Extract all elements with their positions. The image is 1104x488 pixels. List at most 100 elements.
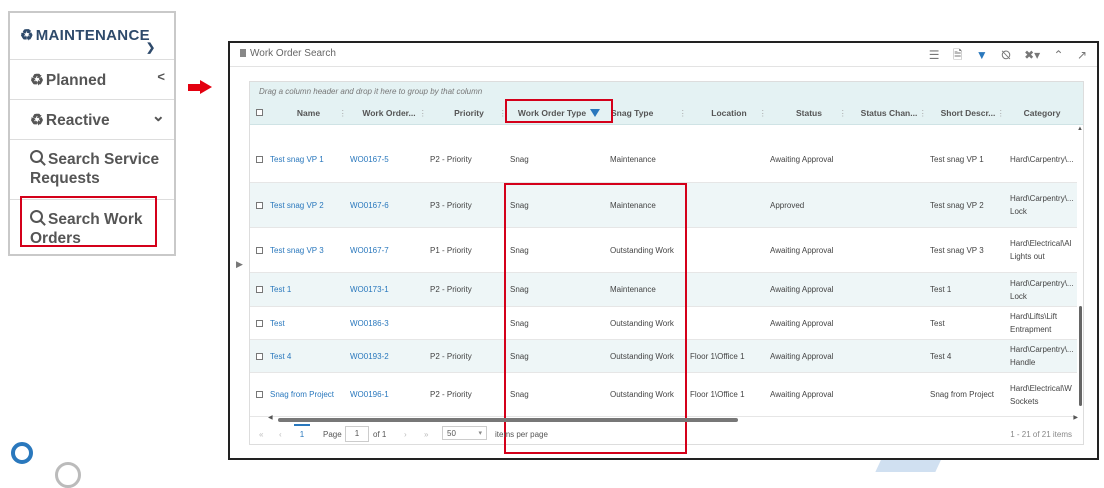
horizontal-scrollbar[interactable]: ◀ ▶ xyxy=(268,414,1078,423)
name-link[interactable]: Test snag VP 2 xyxy=(270,199,324,212)
status-cell: Awaiting Approval xyxy=(770,155,834,164)
scroll-left-icon[interactable]: ◀ xyxy=(268,414,273,421)
column-menu-icon[interactable]: ⋮ xyxy=(997,101,1006,125)
priority-cell: P2 - Priority xyxy=(430,155,472,164)
recycle-icon: ♻ xyxy=(30,112,44,129)
column-header-snag-type[interactable]: Snag Type ⋮ xyxy=(609,101,689,125)
decorative-ring xyxy=(11,442,33,464)
work-order-link[interactable]: WO0167-6 xyxy=(350,199,389,212)
scroll-up-icon[interactable]: ▲ xyxy=(1077,126,1083,132)
popout-icon[interactable]: ↗ xyxy=(1077,48,1087,62)
work-order-link[interactable]: WO0167-7 xyxy=(350,244,389,257)
divider xyxy=(230,66,1097,67)
settings-icon[interactable]: ✖▾ xyxy=(1024,48,1040,62)
scrollbar-thumb[interactable] xyxy=(1079,306,1082,406)
clear-filter-icon[interactable]: ⦰ xyxy=(1001,48,1011,62)
row-checkbox[interactable] xyxy=(256,319,263,327)
select-all-checkbox[interactable] xyxy=(255,109,263,116)
page-size-select[interactable]: 50 xyxy=(442,426,487,441)
column-header-status[interactable]: Status ⋮ xyxy=(769,101,849,125)
short-description-cell: Test 4 xyxy=(930,351,952,361)
work-order-link[interactable]: WO0196-1 xyxy=(350,388,389,401)
items-per-page-label: items per page xyxy=(495,430,548,439)
category-cell: Hard\Carpentry\... Handle xyxy=(1010,345,1074,367)
name-link[interactable]: Test snag VP 1 xyxy=(270,153,324,166)
page-of-label: of 1 xyxy=(373,430,387,439)
column-menu-icon[interactable]: ⋮ xyxy=(679,101,688,125)
highlight-box-type-columns xyxy=(504,183,687,454)
work-order-link[interactable]: WO0193-2 xyxy=(350,350,389,363)
column-header-short-description[interactable]: Short Descr... ⋮ xyxy=(929,101,1007,125)
chevron-down-icon[interactable]: ❯ xyxy=(146,41,156,54)
document-icon xyxy=(240,49,246,57)
column-menu-icon[interactable]: ⋮ xyxy=(419,101,428,125)
vertical-scrollbar[interactable]: ▲ xyxy=(1077,126,1083,422)
pointer-arrow-icon xyxy=(188,80,212,94)
prev-page-icon[interactable]: ‹ xyxy=(279,430,282,439)
work-order-search-window: Work Order Search ☰ 🗎 ▼ ⦰ ✖▾ ⌃ ↗ Drag a … xyxy=(228,41,1099,460)
nav-item-search-service-requests[interactable]: Search Service Requests xyxy=(10,140,174,200)
nav-item-label: Reactive xyxy=(45,112,110,129)
nav-item-reactive[interactable]: ♻ Reactive ⌄ xyxy=(10,100,174,140)
nav-item-planned[interactable]: ♻ Planned < xyxy=(10,60,174,100)
scroll-right-icon[interactable]: ▶ xyxy=(1073,414,1078,421)
page-input[interactable]: 1 xyxy=(345,426,369,442)
last-page-icon[interactable]: » xyxy=(424,430,428,439)
nav-header-maintenance[interactable]: ♻ MAINTENANCE ❯ xyxy=(10,13,174,60)
column-header-status-change[interactable]: Status Chan... ⋮ xyxy=(849,101,929,125)
column-menu-icon[interactable]: ⋮ xyxy=(919,101,928,125)
column-menu-icon[interactable]: ⋮ xyxy=(839,101,848,125)
column-header-name[interactable]: Name ⋮ xyxy=(268,101,349,125)
row-checkbox[interactable] xyxy=(256,286,263,293)
category-cell: Hard\Carpentry\... Lock xyxy=(1010,278,1074,301)
name-link[interactable]: Test 4 xyxy=(270,350,291,363)
name-link[interactable]: Test 1 xyxy=(270,283,291,296)
category-cell: Hard\Electrical\Al Lights out xyxy=(1010,239,1072,261)
work-order-link[interactable]: WO0173-1 xyxy=(350,283,389,296)
column-menu-icon[interactable]: ⋮ xyxy=(759,101,768,125)
short-description-cell: Snag from Project xyxy=(930,390,995,399)
search-icon xyxy=(30,150,43,163)
recycle-icon: ♻ xyxy=(20,27,34,44)
pager: « ‹ 1 Page 1 of 1 › » 50 items per page … xyxy=(249,424,1082,445)
work-order-link[interactable]: WO0167-5 xyxy=(350,153,389,166)
nav-item-label: Planned xyxy=(45,72,107,89)
collapse-icon[interactable]: ⌃ xyxy=(1054,48,1064,62)
name-link[interactable]: Snag from Project xyxy=(270,388,334,401)
chevron-left-icon[interactable]: < xyxy=(157,69,165,84)
name-link[interactable]: Test xyxy=(270,317,285,330)
filter-icon[interactable]: ▼ xyxy=(976,48,988,62)
table-row[interactable]: Test snag VP 1 WO0167-5 P2 - Priority Sn… xyxy=(250,137,1077,183)
current-page[interactable]: 1 xyxy=(294,424,310,442)
recycle-icon: ♻ xyxy=(30,72,44,89)
row-checkbox[interactable] xyxy=(256,156,263,163)
row-checkbox[interactable] xyxy=(256,246,263,254)
group-by-hint[interactable]: Drag a column header and drop it here to… xyxy=(250,82,1083,101)
short-description-cell: Test snag VP 3 xyxy=(930,245,984,255)
export-icon[interactable]: 🗎 xyxy=(953,48,963,62)
chevron-down-icon[interactable]: ⌄ xyxy=(152,106,165,126)
items-summary: 1 - 21 of 21 items xyxy=(1010,430,1072,439)
work-order-type-cell: Snag xyxy=(510,155,529,164)
column-header-work-order[interactable]: Work Order... ⋮ xyxy=(349,101,429,125)
row-checkbox[interactable] xyxy=(256,201,263,209)
row-checkbox[interactable] xyxy=(256,391,263,398)
column-menu-icon[interactable]: ⋮ xyxy=(339,101,348,125)
status-cell: Awaiting Approval xyxy=(770,245,834,255)
column-header-priority[interactable]: Priority ⋮ xyxy=(429,101,509,125)
scrollbar-thumb[interactable] xyxy=(278,418,738,422)
row-checkbox[interactable] xyxy=(256,352,263,360)
list-icon[interactable]: ☰ xyxy=(929,48,940,62)
status-cell: Approved xyxy=(770,200,805,210)
next-page-icon[interactable]: › xyxy=(404,430,407,439)
name-link[interactable]: Test snag VP 3 xyxy=(270,244,324,257)
first-page-icon[interactable]: « xyxy=(259,430,263,439)
nav-title: MAINTENANCE xyxy=(35,27,150,44)
column-header-location[interactable]: Location ⋮ xyxy=(689,101,769,125)
window-toolbar: ☰ 🗎 ▼ ⦰ ✖▾ ⌃ ↗ xyxy=(919,46,1087,67)
short-description-cell: Test snag VP 1 xyxy=(930,155,984,164)
highlight-box-work-order-type-header xyxy=(505,99,613,123)
row-expand-icon[interactable]: ▶ xyxy=(236,259,243,270)
work-order-link[interactable]: WO0186-3 xyxy=(350,317,389,330)
column-header-category[interactable]: Category xyxy=(1007,101,1077,125)
